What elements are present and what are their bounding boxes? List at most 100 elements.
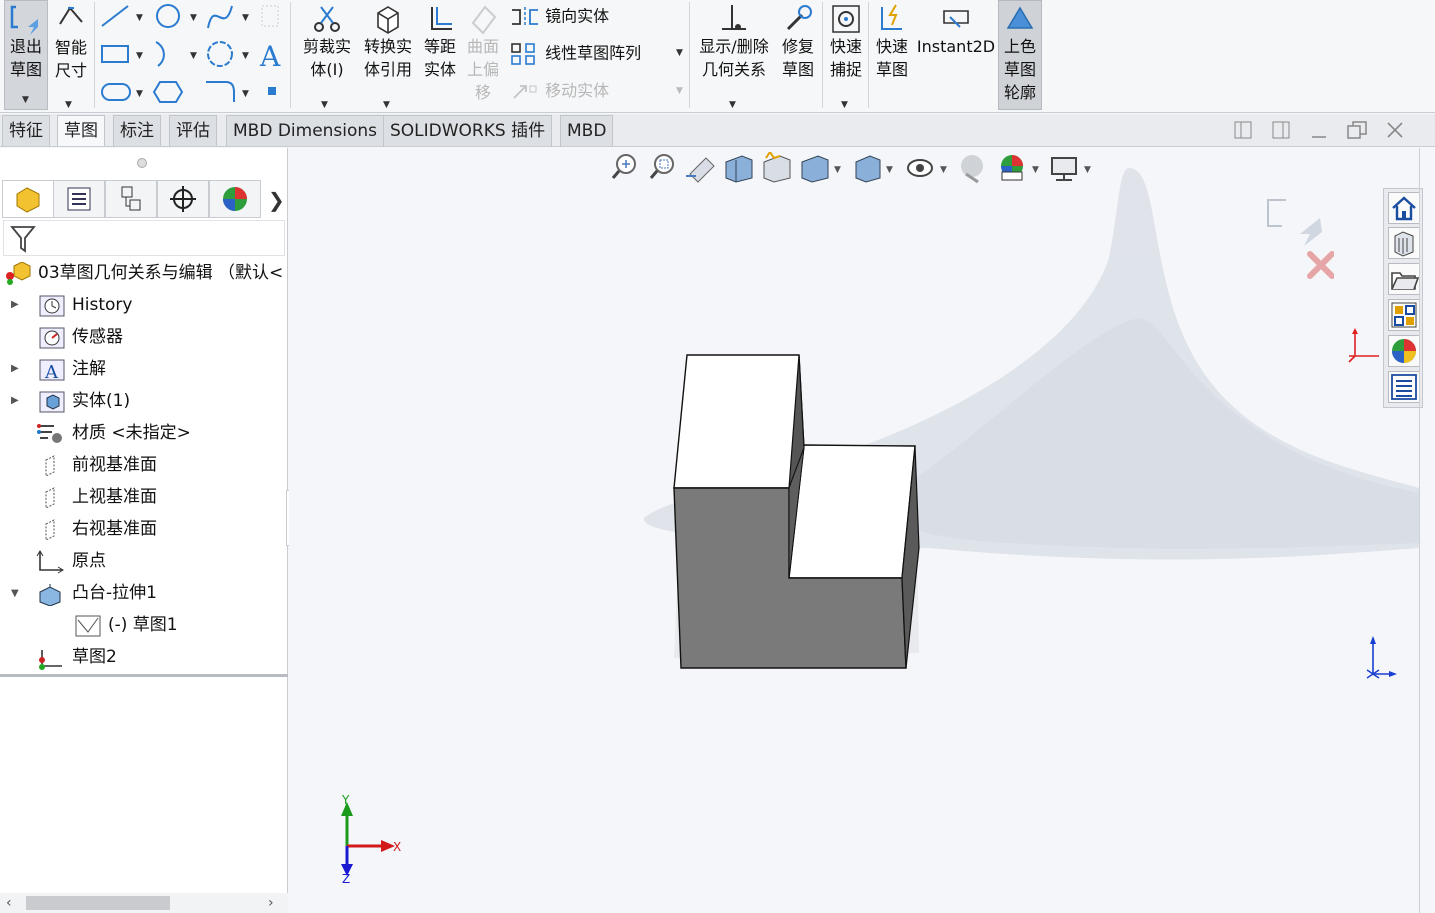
tab-evaluate[interactable]: 评估 (169, 115, 217, 146)
tab-solidworks-addins[interactable]: SOLIDWORKS 插件 (383, 115, 553, 146)
expand-arrow-icon[interactable]: ▶ (11, 290, 19, 320)
section-view-icon[interactable] (725, 155, 753, 183)
repair-sketch-button[interactable]: 修复 草图 (778, 0, 818, 110)
tree-filter[interactable] (3, 220, 285, 256)
tile-right-icon[interactable] (1271, 120, 1291, 145)
design-library-tab[interactable] (1388, 227, 1420, 259)
line-icon[interactable]: ▼ (101, 5, 143, 27)
tile-left-icon[interactable] (1233, 120, 1253, 145)
apply-scene-icon[interactable]: ▼ (1001, 155, 1039, 181)
minimize-icon[interactable] (1309, 120, 1329, 145)
edit-appearance-icon[interactable] (961, 155, 983, 184)
display-delete-relations-button[interactable]: 显示/删除 几何关系 ▼ (694, 0, 774, 110)
tab-features[interactable]: 特征 (2, 115, 50, 146)
confirmation-corner[interactable] (1264, 196, 1334, 280)
ellipse-icon[interactable]: ▼ (207, 41, 249, 67)
rapid-sketch-button[interactable]: 快速 草图 (872, 0, 912, 110)
tree-item-annotations[interactable]: ▶ A 注解 (0, 354, 288, 384)
expand-arrow-icon[interactable]: ▶ (11, 354, 19, 384)
previous-view-icon[interactable] (686, 157, 715, 183)
view-palette-tab[interactable] (1388, 299, 1420, 331)
property-manager-tab[interactable] (53, 180, 105, 218)
restore-icon[interactable] (1346, 120, 1368, 145)
rectangle-icon[interactable]: ▼ (101, 45, 143, 63)
tree-root-part[interactable]: 03草图几何关系与编辑 （默认< (0, 258, 288, 288)
dynamic-annotation-icon[interactable] (763, 152, 791, 183)
tree-item-right-plane[interactable]: 右视基准面 (0, 514, 288, 544)
display-style-icon[interactable]: ▼ (855, 155, 893, 183)
solidworks-resources-tab[interactable] (1388, 192, 1420, 224)
tree-item-sketch2[interactable]: 草图2 (0, 642, 288, 672)
tree-horizontal-scrollbar[interactable]: ‹ › (0, 893, 288, 913)
close-icon[interactable] (1385, 120, 1405, 145)
panel-splitter-handle[interactable] (137, 158, 147, 168)
configuration-manager-tab[interactable] (105, 180, 157, 218)
linear-pattern-button[interactable]: 线性草图阵列 (510, 42, 641, 66)
svg-text:▼: ▼ (242, 51, 249, 61)
tree-item-sketch1[interactable]: (-) 草图1 (0, 610, 288, 640)
fillet-icon[interactable]: ▼ (206, 81, 249, 102)
graphics-area[interactable]: Y X Z (289, 148, 1435, 913)
tab-mbd-dimensions[interactable]: MBD Dimensions (226, 115, 385, 146)
tab-annotation[interactable]: 标注 (113, 115, 161, 146)
hide-show-items-icon[interactable]: ▼ (907, 159, 947, 177)
svg-text:▼: ▼ (1032, 165, 1039, 175)
offset-entities-button[interactable]: 等距 实体 (420, 0, 460, 110)
custom-properties-tab[interactable] (1388, 371, 1420, 403)
tree-item-front-plane[interactable]: 前视基准面 (0, 450, 288, 480)
shaded-sketch-contours-button[interactable]: 上色 草图 轮廓 (998, 0, 1042, 110)
instant2d-button[interactable]: Instant2D (916, 0, 996, 110)
view-orientation-icon[interactable]: ▼ (801, 155, 841, 183)
collapse-arrow-icon[interactable]: ▼ (11, 579, 19, 609)
plane-icon[interactable] (268, 87, 276, 95)
plane-icon (45, 487, 55, 509)
expand-arrow-icon[interactable]: ▶ (11, 386, 19, 416)
svg-text:▼: ▼ (190, 13, 197, 23)
repair-label-2: 草图 (781, 60, 814, 79)
smart-dimension-button[interactable]: 智能 尺寸 ▼ (50, 0, 92, 110)
feature-manager-tab[interactable] (2, 180, 54, 218)
appearances-scenes-tab[interactable] (1388, 335, 1420, 367)
exit-sketch-button[interactable]: 退出 草图 ▼ (4, 0, 48, 110)
trim-entities-button[interactable]: 剪裁实 体(I) ▼ (300, 0, 354, 110)
zoom-to-area-icon[interactable] (649, 154, 674, 179)
slot-icon[interactable]: ▼ (101, 83, 143, 101)
origin-icon (36, 550, 64, 574)
history-icon (39, 295, 65, 317)
quick-snaps-button[interactable]: 快速 捕捉 ▼ (826, 0, 866, 110)
tree-item-origin[interactable]: 原点 (0, 546, 288, 576)
circle-icon[interactable]: ▼ (156, 4, 197, 28)
tree-item-top-plane[interactable]: 上视基准面 (0, 482, 288, 512)
tab-sketch[interactable]: 草图 (57, 115, 105, 146)
dimxpert-manager-tab[interactable] (157, 180, 209, 218)
tree-item-boss-extrude[interactable]: ▼ 凸台-拉伸1 (0, 578, 288, 608)
tree-item-sensors[interactable]: 传感器 (0, 322, 288, 352)
zoom-to-fit-icon[interactable] (611, 154, 636, 179)
heads-up-view-toolbar: ▼ ▼ ▼ ▼ ▼ (611, 152, 1091, 184)
view-settings-icon[interactable]: ▼ (1051, 157, 1091, 181)
mirror-entities-button[interactable]: 镜向实体 (510, 6, 609, 28)
polygon-icon[interactable] (152, 81, 184, 103)
configuration-icon (121, 186, 141, 211)
scrollbar-thumb[interactable] (26, 896, 170, 910)
shaded-label-1: 上色 (1003, 37, 1036, 56)
display-manager-tab[interactable] (209, 180, 261, 218)
tab-mbd[interactable]: MBD (560, 115, 614, 146)
l-shaped-part[interactable] (673, 354, 920, 669)
convert-entities-button[interactable]: 转换实 体引用 ▼ (360, 0, 416, 110)
scroll-left-icon[interactable]: ‹ (6, 895, 12, 911)
file-explorer-tab[interactable] (1388, 263, 1420, 295)
chevron-down-icon[interactable]: ▼ (676, 48, 683, 58)
chevron-down-icon[interactable]: ▼ (22, 95, 29, 105)
chevron-right-icon[interactable]: ❯ (268, 188, 285, 212)
arc-icon[interactable]: ▼ (155, 41, 197, 67)
tree-item-history[interactable]: ▶ History (0, 290, 288, 320)
exit-sketch-corner-icon[interactable] (1267, 199, 1322, 246)
spline-icon[interactable]: ▼ (207, 5, 249, 29)
scroll-right-icon[interactable]: › (268, 895, 274, 911)
cancel-corner-icon[interactable] (1307, 251, 1334, 279)
tree-item-solid-bodies[interactable]: ▶ 实体(1) (0, 386, 288, 416)
plane-icon (45, 455, 55, 477)
text-icon[interactable]: A (259, 40, 281, 73)
tree-item-material[interactable]: 材质 <未指定> (0, 418, 288, 448)
